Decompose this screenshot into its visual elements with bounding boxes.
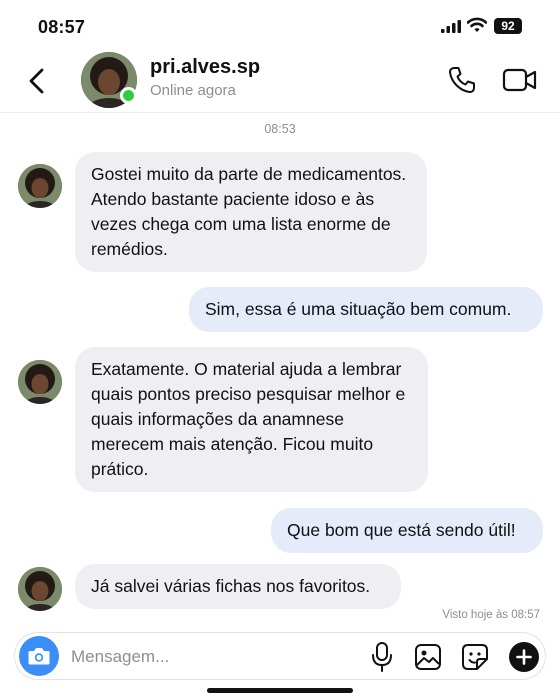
- chevron-left-icon: [29, 68, 44, 94]
- gallery-button[interactable]: [413, 642, 443, 672]
- plus-icon: [516, 649, 532, 665]
- status-bar: 08:57 92: [0, 0, 560, 50]
- online-status-dot: [120, 87, 137, 104]
- message-input[interactable]: [71, 643, 341, 671]
- message-timestamp: 08:53: [264, 122, 296, 136]
- outgoing-message[interactable]: Que bom que está sendo útil!: [271, 508, 543, 553]
- status-time: 08:57: [38, 17, 86, 37]
- sticker-icon: [462, 644, 488, 670]
- back-button[interactable]: [26, 66, 50, 96]
- sender-avatar[interactable]: [18, 360, 62, 404]
- microphone-icon: [372, 642, 392, 672]
- chat-screen: 08:57 92 pri.alves.sp Online agora 08:53…: [0, 0, 560, 700]
- image-icon: [415, 644, 441, 670]
- sender-avatar[interactable]: [18, 164, 62, 208]
- incoming-message[interactable]: Exatamente. O material ajuda a lembrar q…: [75, 347, 428, 492]
- camera-icon: [28, 648, 50, 665]
- contact-name[interactable]: pri.alves.sp: [150, 56, 260, 79]
- cellular-signal-icon: [441, 20, 461, 33]
- incoming-message[interactable]: Gostei muito da parte de medicamentos. A…: [75, 152, 427, 272]
- header-divider: [0, 112, 560, 113]
- outgoing-message[interactable]: Sim, essa é uma situação bem comum.: [189, 287, 543, 332]
- voice-message-button[interactable]: [369, 641, 395, 673]
- avatar-photo: [18, 360, 62, 404]
- incoming-message[interactable]: Já salvei várias fichas nos favoritos.: [75, 564, 401, 609]
- chat-header: pri.alves.sp Online agora: [0, 50, 560, 112]
- video-camera-icon: [502, 68, 537, 92]
- camera-button[interactable]: [19, 636, 59, 676]
- sticker-button[interactable]: [459, 641, 491, 673]
- wifi-icon: [467, 17, 487, 33]
- contact-status: Online agora: [150, 82, 236, 99]
- phone-icon: [449, 67, 475, 93]
- avatar-photo: [18, 567, 62, 611]
- add-button[interactable]: [509, 642, 539, 672]
- avatar-photo: [18, 164, 62, 208]
- video-call-button[interactable]: [502, 66, 538, 94]
- sender-avatar[interactable]: [18, 567, 62, 611]
- message-composer: [14, 632, 546, 680]
- voice-call-button[interactable]: [447, 65, 477, 95]
- battery-indicator: 92: [494, 18, 522, 34]
- home-indicator[interactable]: [207, 688, 353, 693]
- seen-receipt: Visto hoje às 08:57: [442, 609, 540, 621]
